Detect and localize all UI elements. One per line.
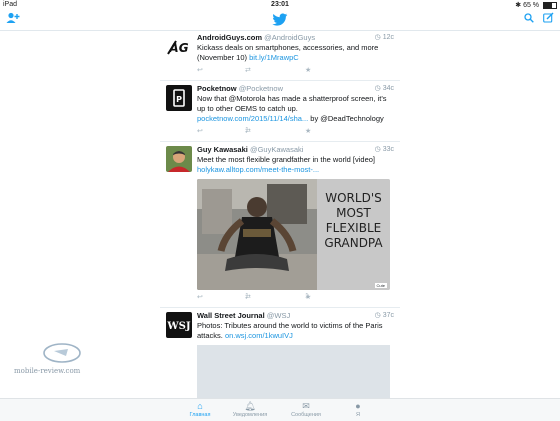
watermark: mobile-review.com: [14, 342, 122, 382]
tweet[interactable]: AG AndroidGuys.com @AndroidGuys ◷ 12с Ki…: [160, 30, 400, 81]
clock-icon: ◷: [374, 312, 383, 319]
reply-icon[interactable]: ↩: [197, 66, 203, 74]
tweet-header: Pocketnow @Pocketnow: [197, 84, 400, 94]
tweet-text: Kickass deals on smartphones, accessorie…: [197, 43, 400, 63]
tweet-timestamp: ◷ 12с: [375, 33, 394, 41]
tweet-text-suffix: by @DeadTechnology: [308, 114, 384, 123]
battery-percent: 65 %: [523, 2, 540, 9]
author-handle[interactable]: @AndroidGuys: [264, 33, 315, 42]
media-caption-panel: WORLD'S MOST FLEXIBLE GRANDPA Cute: [317, 179, 390, 290]
clock-icon: ◷: [374, 85, 383, 92]
tweet-text: Photos: Tributes around the world to vic…: [197, 321, 400, 341]
tweet-text: Now that @Motorola has made a shatterpro…: [197, 94, 400, 124]
author-name[interactable]: Pocketnow: [197, 84, 237, 93]
author-handle[interactable]: @GuyKawasaki: [250, 145, 303, 154]
bell-icon: 🔔︎: [244, 401, 256, 411]
tweet[interactable]: Guy Kawasaki @GuyKawasaki ◷ 33с Meet the…: [160, 142, 400, 308]
retweet-icon[interactable]: ⇄: [245, 66, 251, 74]
tweet-link[interactable]: bit.ly/1MrawpC: [249, 53, 299, 62]
tweet-actions: ↩ ⇄ 1 ★: [197, 127, 400, 137]
like-icon[interactable]: ★: [305, 66, 311, 74]
author-handle[interactable]: @WSJ: [267, 311, 290, 320]
tweet-header: Wall Street Journal @WSJ: [197, 311, 400, 321]
clock-icon: ◷: [374, 146, 383, 153]
reply-icon[interactable]: ↩: [197, 293, 203, 301]
tweet-actions: ↩ ⇄ ★: [197, 66, 400, 76]
like-icon[interactable]: ★: [305, 127, 311, 135]
author-name[interactable]: Guy Kawasaki: [197, 145, 248, 154]
caption-line: FLEXIBLE: [325, 221, 382, 235]
avatar[interactable]: AG: [166, 34, 192, 60]
grandpa-photo: [197, 179, 317, 290]
author-name[interactable]: Wall Street Journal: [197, 311, 265, 320]
add-user-icon[interactable]: [6, 12, 20, 27]
tweet-media-loading[interactable]: [197, 345, 390, 398]
tweet-timestamp: ◷ 37с: [375, 311, 394, 319]
tab-me[interactable]: ● Я: [328, 401, 388, 418]
retweet-count: 1: [245, 293, 249, 300]
tweet-header: AndroidGuys.com @AndroidGuys: [197, 33, 400, 43]
top-nav-bar: [0, 10, 560, 31]
tab-bar: ⌂ Главная 🔔︎ Уведомления ✉ Сообщения ● Я: [0, 398, 560, 421]
author-handle[interactable]: @Pocketnow: [239, 84, 283, 93]
clock-icon: ◷: [374, 34, 383, 41]
media-credit: Cute: [374, 283, 387, 288]
like-count: 1: [305, 293, 309, 300]
person-icon: ●: [355, 401, 361, 411]
tweet[interactable]: WSJ Wall Street Journal @WSJ ◷ 37с Photo…: [160, 308, 400, 398]
caption-line: WORLD'S: [325, 191, 382, 205]
tab-label: Главная: [189, 412, 211, 418]
tweet-time-text: 37с: [382, 312, 394, 319]
tweet-time-text: 33с: [382, 146, 394, 153]
tweet-header: Guy Kawasaki @GuyKawasaki: [197, 145, 400, 155]
tab-messages[interactable]: ✉ Сообщения: [276, 401, 336, 418]
compose-icon[interactable]: [543, 12, 554, 26]
twitter-bird-icon: [272, 13, 288, 26]
tweet-link[interactable]: pocketnow.com/2015/11/14/sha...: [197, 114, 308, 123]
watermark-text: mobile-review.com: [14, 367, 81, 375]
battery-icon: [543, 1, 557, 9]
tweet[interactable]: P Pocketnow @Pocketnow ◷ 34с Now that @M…: [160, 81, 400, 142]
watermark-logo-icon: [43, 343, 81, 363]
caption-line: MOST: [336, 206, 371, 220]
tweet-time-text: 12с: [382, 34, 394, 41]
search-icon[interactable]: [524, 13, 537, 26]
retweet-count: 1: [245, 127, 249, 134]
caption-line: GRANDPA: [324, 236, 383, 250]
svg-text:P: P: [176, 95, 182, 104]
avatar[interactable]: [166, 146, 192, 172]
tweet-text-content: Now that @Motorola has made a shatterpro…: [197, 94, 387, 113]
tweet-time-text: 34с: [382, 85, 394, 92]
tweet-text: Meet the most flexible grandfather in th…: [197, 155, 400, 175]
bluetooth-icon: ✱: [515, 2, 522, 9]
tab-notifications[interactable]: 🔔︎ Уведомления: [220, 401, 280, 418]
status-bar: iPad 23:01 ✱ 65 %: [0, 0, 560, 10]
tweet-link[interactable]: holykaw.alltop.com/meet-the-most-...: [197, 165, 319, 174]
tab-label: Я: [356, 412, 360, 418]
nav-actions: [518, 12, 554, 26]
avatar[interactable]: P: [166, 85, 192, 111]
svg-text:WSJ: WSJ: [166, 321, 190, 332]
tab-label: Уведомления: [232, 412, 268, 418]
battery-status: ✱ 65 %: [515, 1, 557, 9]
tweet-text-content: Meet the most flexible grandfather in th…: [197, 155, 376, 164]
clock: 23:01: [271, 1, 289, 8]
reply-icon[interactable]: ↩: [197, 127, 203, 135]
tweet-link[interactable]: on.wsj.com/1kwuIVJ: [225, 331, 293, 340]
tab-label: Сообщения: [291, 412, 321, 418]
tweet-media[interactable]: WORLD'S MOST FLEXIBLE GRANDPA Cute: [197, 179, 390, 290]
timeline[interactable]: AG AndroidGuys.com @AndroidGuys ◷ 12с Ki…: [160, 30, 400, 398]
tweet-actions: ↩ ⇄ 1 ★ 1: [197, 293, 400, 303]
avatar[interactable]: WSJ: [166, 312, 192, 338]
author-name[interactable]: AndroidGuys.com: [197, 33, 262, 42]
tweet-timestamp: ◷ 34с: [375, 84, 394, 92]
envelope-icon: ✉: [302, 401, 310, 411]
tweet-timestamp: ◷ 33с: [375, 145, 394, 153]
